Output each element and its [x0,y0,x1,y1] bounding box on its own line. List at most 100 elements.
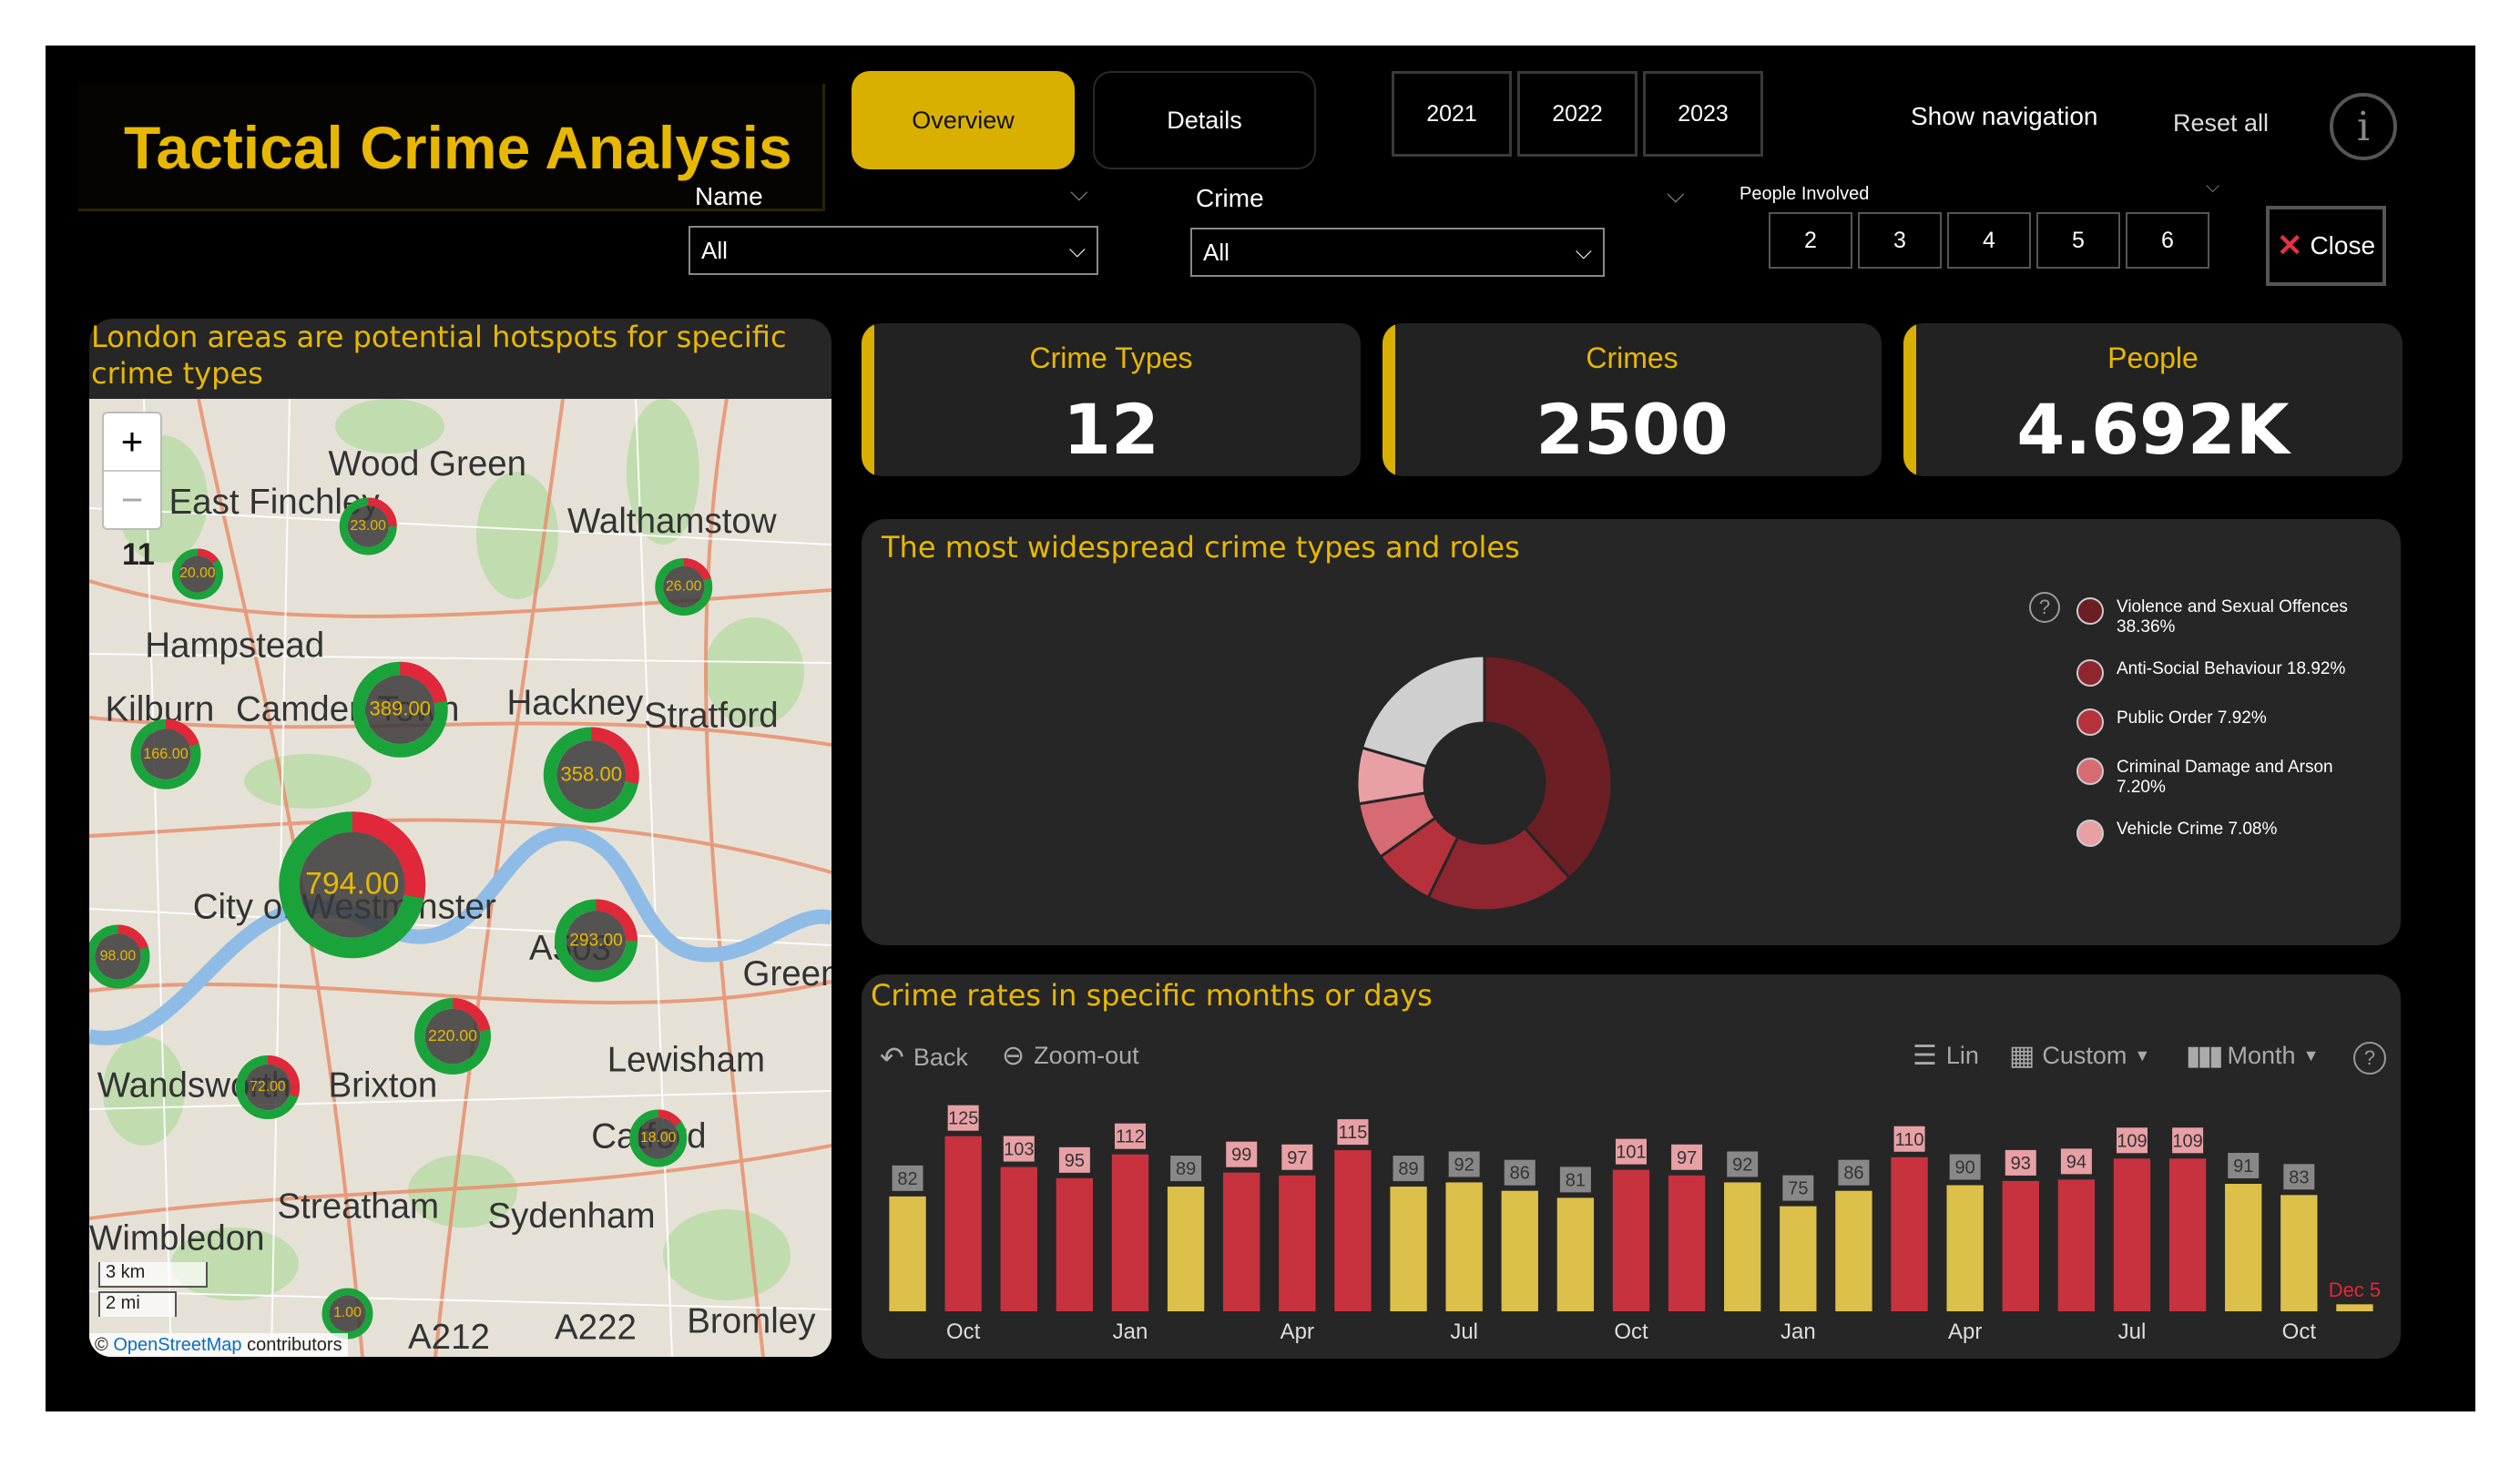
reset-all-button[interactable]: Reset all [2173,109,2269,138]
bar[interactable] [1780,1206,1817,1311]
map-cluster-marker[interactable]: 72.00 [235,1055,301,1119]
data-label: 115 [1338,1123,1367,1143]
map-canvas[interactable]: Wood GreenEast Finchley WalthamstowHampst… [89,399,831,1357]
donut-slice[interactable] [1360,654,1486,769]
custom-dropdown[interactable]: ▦ Custom ▼ [2009,1040,2150,1072]
map-cluster-marker[interactable]: 220.00 [413,997,491,1075]
scale-km: 3 km [98,1262,208,1288]
map-cluster-marker[interactable]: 794.00 [279,811,426,959]
chevron-down-icon[interactable]: ⌵ [1667,180,1685,209]
bar[interactable] [944,1136,982,1311]
zoom-out-chart-button[interactable]: ⊖ Zoom-out [1002,1040,1139,1072]
map-place-label: Hackney [507,684,645,723]
people-option-4[interactable]: 4 [1947,212,2031,269]
year-2022-button[interactable]: 2022 [1517,71,1637,157]
bar[interactable] [2280,1195,2318,1311]
people-option-6[interactable]: 6 [2126,212,2209,269]
zoom-out-label: Zoom-out [1034,1042,1139,1069]
overview-tab-button[interactable]: Overview [852,71,1075,169]
legend-item[interactable]: Anti-Social Behaviour 18.92% [2076,659,2377,687]
map-cluster-marker[interactable]: 26.00 [655,558,713,616]
bar[interactable] [1445,1182,1483,1311]
map-cluster-marker[interactable]: 98.00 [89,924,150,989]
bar[interactable] [889,1196,926,1311]
legend-label: Anti-Social Behaviour 18.92% [2117,659,2346,678]
kpi-card-crimes: Crimes 2500 [1382,323,1882,476]
bar[interactable] [2336,1304,2373,1311]
map-view[interactable]: Wood Green East Finchley Walthamstow Hampst… [89,399,831,1357]
details-tab-button[interactable]: Details [1093,71,1316,169]
linear-scale-button[interactable]: ☰ Lin [1913,1040,1979,1072]
legend-item[interactable]: Public Order 7.92% [2076,708,2377,736]
bar[interactable] [1167,1187,1205,1311]
bar[interactable] [2168,1158,2207,1311]
data-label: 86 [1843,1164,1863,1184]
people-option-5[interactable]: 5 [2036,212,2120,269]
bar[interactable] [1111,1154,1149,1311]
bar[interactable] [1835,1190,1872,1311]
map-cluster-marker[interactable]: 293.00 [555,899,638,983]
zoom-in-button[interactable]: + [104,413,160,472]
map-cluster-marker[interactable]: 166.00 [130,718,201,790]
bar[interactable] [2113,1158,2151,1311]
bar[interactable] [1334,1150,1372,1311]
info-icon[interactable]: i [2330,93,2397,160]
zoom-out-button[interactable]: − [104,472,160,528]
bar[interactable] [1556,1197,1595,1311]
map-cluster-marker[interactable]: 358.00 [543,727,639,823]
openstreetmap-link[interactable]: OpenStreetMap [113,1335,241,1355]
help-icon[interactable]: ? [2029,592,2060,623]
donut-chart[interactable] [1330,628,1639,938]
year-2023-button[interactable]: 2023 [1643,71,1763,157]
close-button[interactable]: ✕ Close [2266,206,2386,286]
map-cluster-marker[interactable]: 18.00 [629,1109,688,1167]
map-cluster-marker[interactable]: 389.00 [352,661,448,758]
people-option-2[interactable]: 2 [1769,212,1852,269]
bar[interactable] [1612,1169,1650,1311]
data-label: 75 [1788,1179,1808,1199]
bar[interactable] [1501,1190,1538,1311]
month-dropdown[interactable]: ▮▮▮ Month ▼ [2186,1040,2319,1072]
donut-panel-title: The most widespread crime types and role… [882,530,1520,565]
bar[interactable] [1279,1175,1316,1311]
bar[interactable] [1668,1175,1706,1311]
year-2021-button[interactable]: 2021 [1392,71,1512,157]
data-label: 112 [1116,1127,1145,1147]
chevron-down-icon[interactable]: ⌵ [1070,178,1088,208]
bar[interactable] [1000,1167,1037,1311]
lin-label: Lin [1945,1042,1979,1069]
bar[interactable] [1891,1156,1928,1311]
legend-dot-icon [2076,820,2104,847]
bar[interactable] [1946,1185,1984,1311]
crime-rate-bar-chart[interactable]: 82 125 103 95 112 89 99 97 115 89 92 86 81 101 97 92 75 8… [871,1093,2392,1348]
x-tick-label: Apr [1948,1319,1982,1344]
people-option-3[interactable]: 3 [1858,212,1942,269]
show-navigation-button[interactable]: Show navigation [1911,102,2097,131]
data-label: 99 [1231,1146,1251,1166]
crime-dropdown[interactable]: All ⌵ [1190,228,1605,277]
map-cluster-label: 26.00 [666,578,702,594]
map-cluster-marker[interactable]: 20.00 [171,548,223,600]
kpi-label: Crimes [1586,341,1678,374]
bar[interactable] [1724,1182,1761,1311]
name-dropdown[interactable]: All ⌵ [689,226,1098,275]
bar[interactable] [2002,1180,2039,1311]
back-button[interactable]: ↶ Back [880,1040,968,1075]
legend-item[interactable]: Violence and Sexual Offences 38.36% [2076,597,2377,637]
data-label: Dec 5 [2329,1279,2381,1301]
bar[interactable] [2225,1184,2262,1311]
map-cluster-marker[interactable]: 23.00 [339,497,397,555]
x-tick-label: Oct [1614,1319,1648,1344]
legend-item[interactable]: Vehicle Crime 7.08% [2076,820,2377,847]
map-panel-title: London areas are potential hotspots for … [91,320,787,391]
chart-help-icon[interactable]: ? [2353,1042,2386,1075]
bar[interactable] [2057,1179,2096,1311]
chevron-down-icon[interactable]: ⌵ [2206,177,2219,198]
map-cluster-marker[interactable]: 1.00 [321,1288,373,1340]
bar[interactable] [1056,1177,1094,1311]
data-label: 103 [1004,1140,1034,1160]
bar[interactable] [1223,1172,1260,1311]
legend-item[interactable]: Criminal Damage and Arson 7.20% [2076,758,2377,798]
map-cluster-label: 220.00 [428,1026,477,1044]
bar[interactable] [1390,1187,1427,1311]
